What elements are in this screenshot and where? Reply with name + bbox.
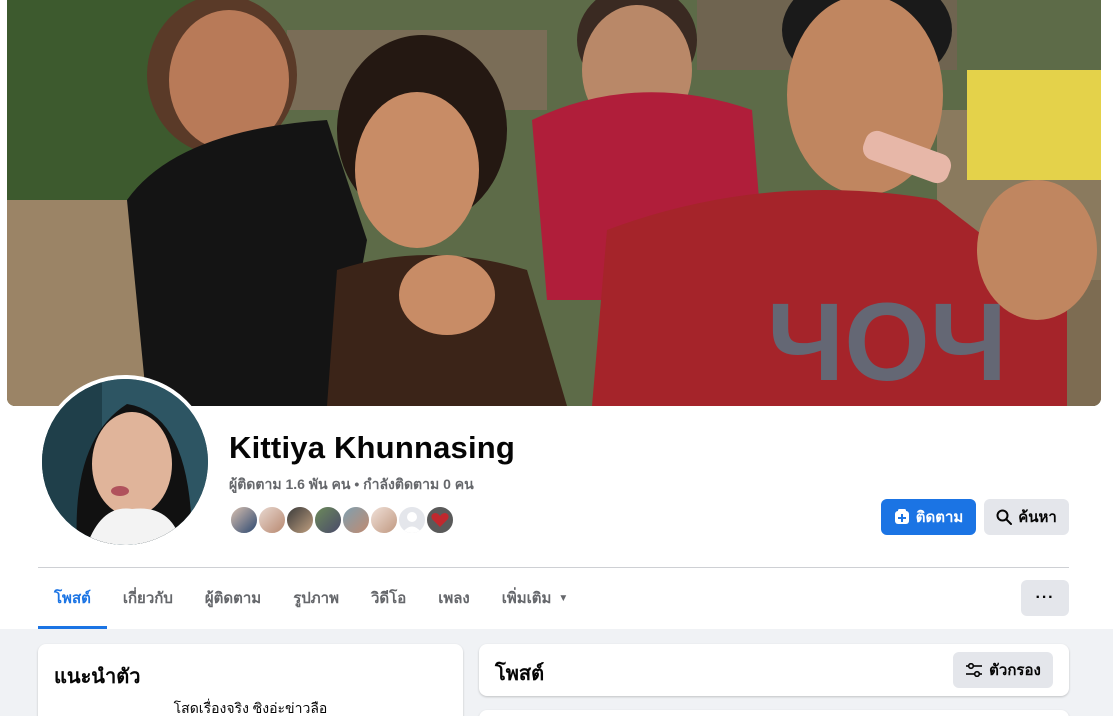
- caret-down-icon: ▼: [558, 592, 569, 604]
- search-profile-button[interactable]: ค้นหา: [984, 499, 1069, 535]
- profile-tabs: โพสต์ เกี่ยวกับ ผู้ติดตาม รูปภาพ วิดีโอ …: [38, 568, 584, 629]
- tab-label: วิดีโอ: [370, 590, 407, 607]
- tab-more[interactable]: เพิ่มเติม ▼: [486, 568, 585, 628]
- svg-text:ЧОЧ: ЧОЧ: [767, 281, 1007, 404]
- tab-label: เพลง: [438, 590, 470, 607]
- intro-bio: โสดเรื่องจริง ซิงอ่ะข่าวลือ: [173, 700, 328, 716]
- magnifier-icon: [996, 509, 1013, 525]
- follower-avatar[interactable]: [397, 505, 427, 535]
- follower-avatar[interactable]: [285, 505, 315, 535]
- tab-label: โพสต์: [54, 590, 91, 607]
- tab-photos[interactable]: รูปภาพ: [277, 568, 355, 628]
- post-card: [479, 710, 1069, 716]
- follower-avatar[interactable]: [369, 505, 399, 535]
- tab-posts[interactable]: โพสต์: [38, 568, 107, 629]
- follower-stats[interactable]: ผู้ติดตาม 1.6 พัน คน • กำลังติดตาม 0 คน: [229, 474, 474, 496]
- tab-about[interactable]: เกี่ยวกับ: [107, 568, 189, 628]
- tab-label: เกี่ยวกับ: [122, 590, 173, 607]
- follow-plus-icon: [894, 509, 910, 525]
- intro-title: แนะนำตัว: [54, 666, 141, 688]
- tab-label: เพิ่มเติม: [501, 590, 552, 607]
- profile-avatar[interactable]: [38, 375, 212, 549]
- follower-avatar[interactable]: [257, 505, 287, 535]
- posts-header-card: โพสต์ ตัวกรอง: [479, 644, 1069, 696]
- follow-button-label: ติดตาม: [915, 509, 964, 526]
- tab-label: ผู้ติดตาม: [204, 590, 262, 607]
- follower-avatar[interactable]: [425, 505, 455, 535]
- filter-button-label: ตัวกรอง: [989, 662, 1041, 679]
- more-options-button[interactable]: ···: [1021, 580, 1069, 616]
- follower-avatar[interactable]: [341, 505, 371, 535]
- sliders-icon: [965, 663, 983, 677]
- profile-header: ЧОЧ Kittiya Khunnasing ผู้ติดตาม 1.6 พัน…: [0, 0, 1113, 629]
- tab-videos[interactable]: วิดีโอ: [355, 568, 422, 628]
- follower-avatars[interactable]: [229, 505, 455, 535]
- posts-title: โพสต์: [495, 663, 545, 685]
- follower-avatar[interactable]: [229, 505, 259, 535]
- profile-name: Kittiya Khunnasing: [229, 430, 516, 465]
- search-button-label: ค้นหา: [1018, 509, 1057, 526]
- filter-button[interactable]: ตัวกรอง: [953, 652, 1053, 688]
- intro-card: แนะนำตัว โสดเรื่องจริง ซิงอ่ะข่าวลือ: [38, 644, 463, 716]
- cover-photo[interactable]: ЧОЧ: [7, 0, 1101, 406]
- tab-music[interactable]: เพลง: [422, 568, 486, 628]
- tab-label: รูปภาพ: [293, 590, 339, 607]
- tab-followers[interactable]: ผู้ติดตาม: [189, 568, 277, 628]
- follow-button[interactable]: ติดตาม: [881, 499, 976, 535]
- follower-avatar[interactable]: [313, 505, 343, 535]
